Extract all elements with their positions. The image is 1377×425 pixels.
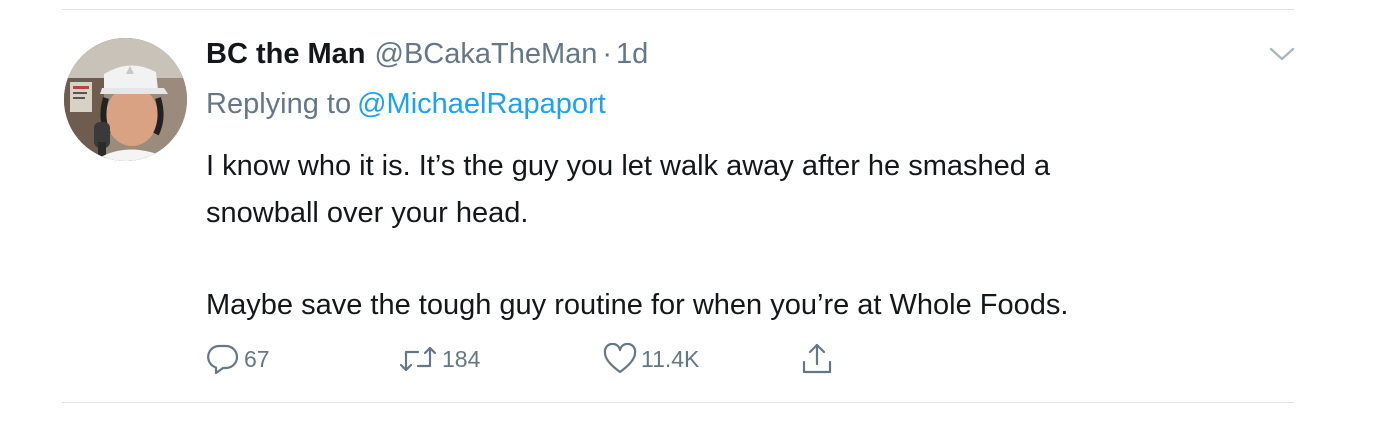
heart-icon (603, 343, 637, 374)
reply-button[interactable]: 67 (206, 342, 270, 376)
share-icon (802, 343, 832, 374)
tweet-header: BC the Man @BCakaTheMan · 1d (206, 36, 648, 72)
tweet-text-line: snowball over your head. (206, 197, 529, 229)
bottom-divider (62, 402, 1294, 403)
avatar-photo (64, 38, 187, 161)
retweet-count: 184 (442, 345, 481, 372)
replying-to-label: Replying to (206, 88, 352, 120)
replying-to: Replying to @MichaelRapaport (206, 86, 606, 122)
retweet-button[interactable]: 184 (398, 342, 480, 376)
retweet-icon (399, 346, 437, 372)
like-count: 11.4K (641, 345, 700, 372)
tweet-text-line: Maybe save the tough guy routine for whe… (206, 289, 1069, 321)
replying-to-mention[interactable]: @MichaelRapaport (357, 88, 606, 120)
tweet-body: I know who it is. It’s the guy you let w… (206, 143, 1266, 329)
top-divider (62, 9, 1294, 10)
user-handle[interactable]: @BCakaTheMan (375, 36, 598, 72)
avatar[interactable] (64, 38, 187, 161)
more-options-caret[interactable] (1266, 40, 1298, 68)
tweet-text-line: I know who it is. It’s the guy you let w… (206, 150, 1051, 182)
reply-icon (207, 344, 239, 375)
like-button[interactable]: 11.4K (603, 342, 699, 376)
separator-dot: · (602, 38, 613, 70)
timestamp[interactable]: 1d (616, 36, 648, 72)
display-name[interactable]: BC the Man (206, 36, 366, 72)
chevron-down-icon (1269, 47, 1295, 61)
reply-count: 67 (244, 345, 270, 372)
share-button[interactable] (800, 342, 834, 376)
